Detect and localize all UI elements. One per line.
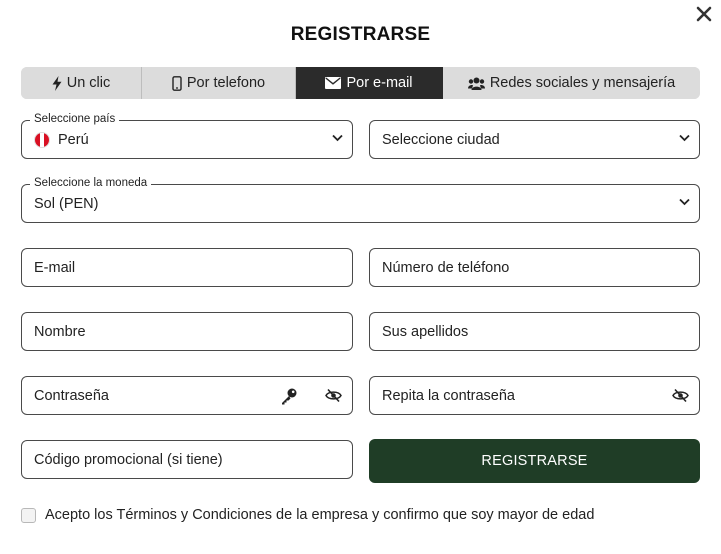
email-field[interactable]: E-mail	[21, 248, 353, 287]
modal-title: REGISTRARSE	[290, 24, 431, 45]
promo-code-field[interactable]: Código promocional (si tiene)	[21, 440, 353, 479]
tab-label: Redes sociales y mensajería	[489, 75, 676, 91]
terms-row: Acepto los Términos y Condiciones de la …	[21, 507, 594, 523]
key-icon[interactable]	[280, 387, 298, 405]
users-icon	[467, 77, 485, 90]
promo-code-placeholder: Código promocional (si tiene)	[34, 451, 223, 468]
eye-slash-icon[interactable]	[672, 388, 689, 403]
password-repeat-placeholder: Repita la contraseña	[382, 387, 515, 404]
currency-select[interactable]: Seleccione la moneda Sol (PEN)	[21, 177, 700, 223]
first-name-placeholder: Nombre	[34, 323, 86, 340]
tab-social[interactable]: Redes sociales y mensajería	[443, 67, 700, 99]
lightning-icon	[52, 75, 62, 91]
registration-tabs: Un clic Por telefono Por e-mail Redes so…	[21, 67, 700, 99]
country-select[interactable]: Seleccione país Perú	[21, 113, 353, 159]
password-placeholder: Contraseña	[34, 387, 109, 404]
close-icon	[696, 6, 712, 22]
phone-placeholder: Número de teléfono	[382, 259, 510, 276]
tab-phone[interactable]: Por telefono	[142, 67, 296, 99]
close-button[interactable]	[693, 3, 715, 25]
terms-label: Acepto los Términos y Condiciones de la …	[45, 507, 595, 523]
currency-label: Seleccione la moneda	[30, 177, 152, 189]
envelope-icon	[325, 77, 342, 89]
chevron-down-icon	[332, 134, 343, 142]
last-name-field[interactable]: Sus apellidos	[369, 312, 700, 351]
last-name-placeholder: Sus apellidos	[382, 323, 469, 340]
phone-field[interactable]: Número de teléfono	[369, 248, 700, 287]
email-placeholder: E-mail	[34, 259, 76, 276]
password-repeat-field[interactable]: Repita la contraseña	[369, 376, 700, 415]
tab-label: Un clic	[66, 75, 111, 91]
first-name-field[interactable]: Nombre	[21, 312, 353, 351]
registration-modal: REGISTRARSE Un clic Por telefono Por e-m…	[0, 0, 721, 554]
city-value: Seleccione ciudad	[382, 131, 500, 148]
tab-label: Por telefono	[186, 75, 266, 91]
tab-label: Por e-mail	[346, 75, 413, 91]
register-button[interactable]: REGISTRARSE	[369, 439, 700, 483]
country-label: Seleccione país	[30, 113, 120, 125]
password-field[interactable]: Contraseña	[21, 376, 353, 415]
chevron-down-icon	[679, 198, 690, 206]
terms-checkbox[interactable]	[21, 507, 36, 523]
phone-icon	[172, 75, 182, 91]
eye-slash-icon[interactable]	[325, 388, 342, 403]
tab-one-click[interactable]: Un clic	[21, 67, 142, 99]
chevron-down-icon	[679, 134, 690, 142]
tab-email[interactable]: Por e-mail	[296, 67, 443, 99]
city-select[interactable]: Seleccione ciudad	[369, 120, 700, 159]
country-value: Perú	[58, 131, 89, 148]
peru-flag-icon	[34, 131, 50, 148]
currency-value: Sol (PEN)	[34, 195, 99, 212]
